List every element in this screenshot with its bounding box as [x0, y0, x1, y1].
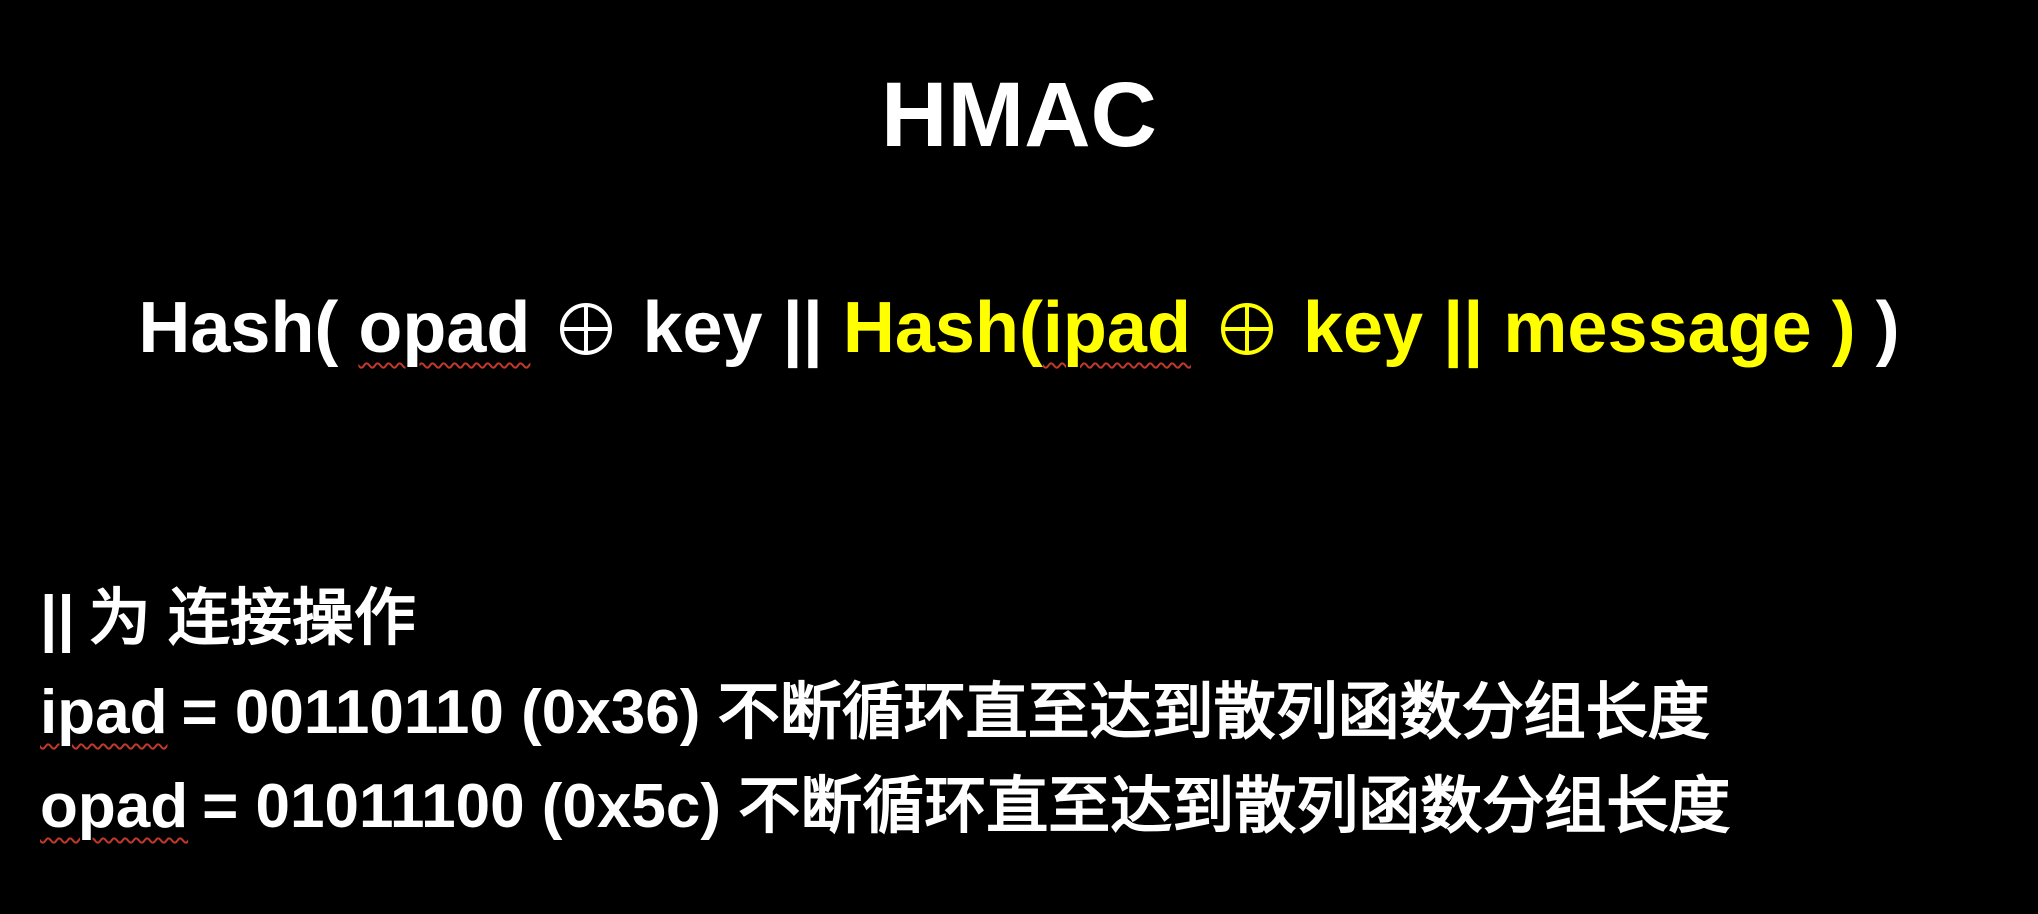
- note-prefix: ipad: [40, 678, 168, 747]
- message-term: message: [1503, 288, 1812, 368]
- circled-plus-icon: [558, 288, 614, 378]
- notes-block: || 为 连接操作 ipad = 00110110 (0x36) 不断循环直至达到散…: [40, 572, 1730, 854]
- inner-key-concat: key ||: [1302, 288, 1484, 368]
- circled-plus-icon: [1219, 288, 1275, 378]
- note-text: 为 连接操作: [88, 584, 416, 653]
- outer-hash-close: ): [1875, 288, 1900, 368]
- note-prefix: opad: [40, 772, 189, 841]
- inner-hash-open: Hash(: [842, 288, 1043, 368]
- note-ipad-definition: ipad = 00110110 (0x36) 不断循环直至达到散列函数分组长度: [40, 666, 1730, 760]
- slide: HMAC Hash( opad key || Hash(ipad key || …: [0, 0, 2038, 914]
- inner-hash-close: ): [1831, 288, 1856, 368]
- note-concat-definition: || 为 连接操作: [40, 572, 1730, 666]
- outer-key-concat: key ||: [642, 288, 823, 368]
- outer-hash-open: Hash(: [138, 288, 339, 368]
- hmac-formula: Hash( opad key || Hash(ipad key || messa…: [0, 283, 2038, 378]
- note-text: = 01011100 (0x5c) 不断循环直至达到散列函数分组长度: [202, 772, 1731, 841]
- slide-title: HMAC: [881, 64, 1157, 166]
- opad-term: opad: [358, 288, 531, 368]
- note-text: = 00110110 (0x36) 不断循环直至达到散列函数分组长度: [181, 678, 1710, 747]
- note-opad-definition: opad = 01011100 (0x5c) 不断循环直至达到散列函数分组长度: [40, 760, 1730, 854]
- note-prefix: ||: [40, 584, 75, 653]
- ipad-term: ipad: [1042, 288, 1191, 368]
